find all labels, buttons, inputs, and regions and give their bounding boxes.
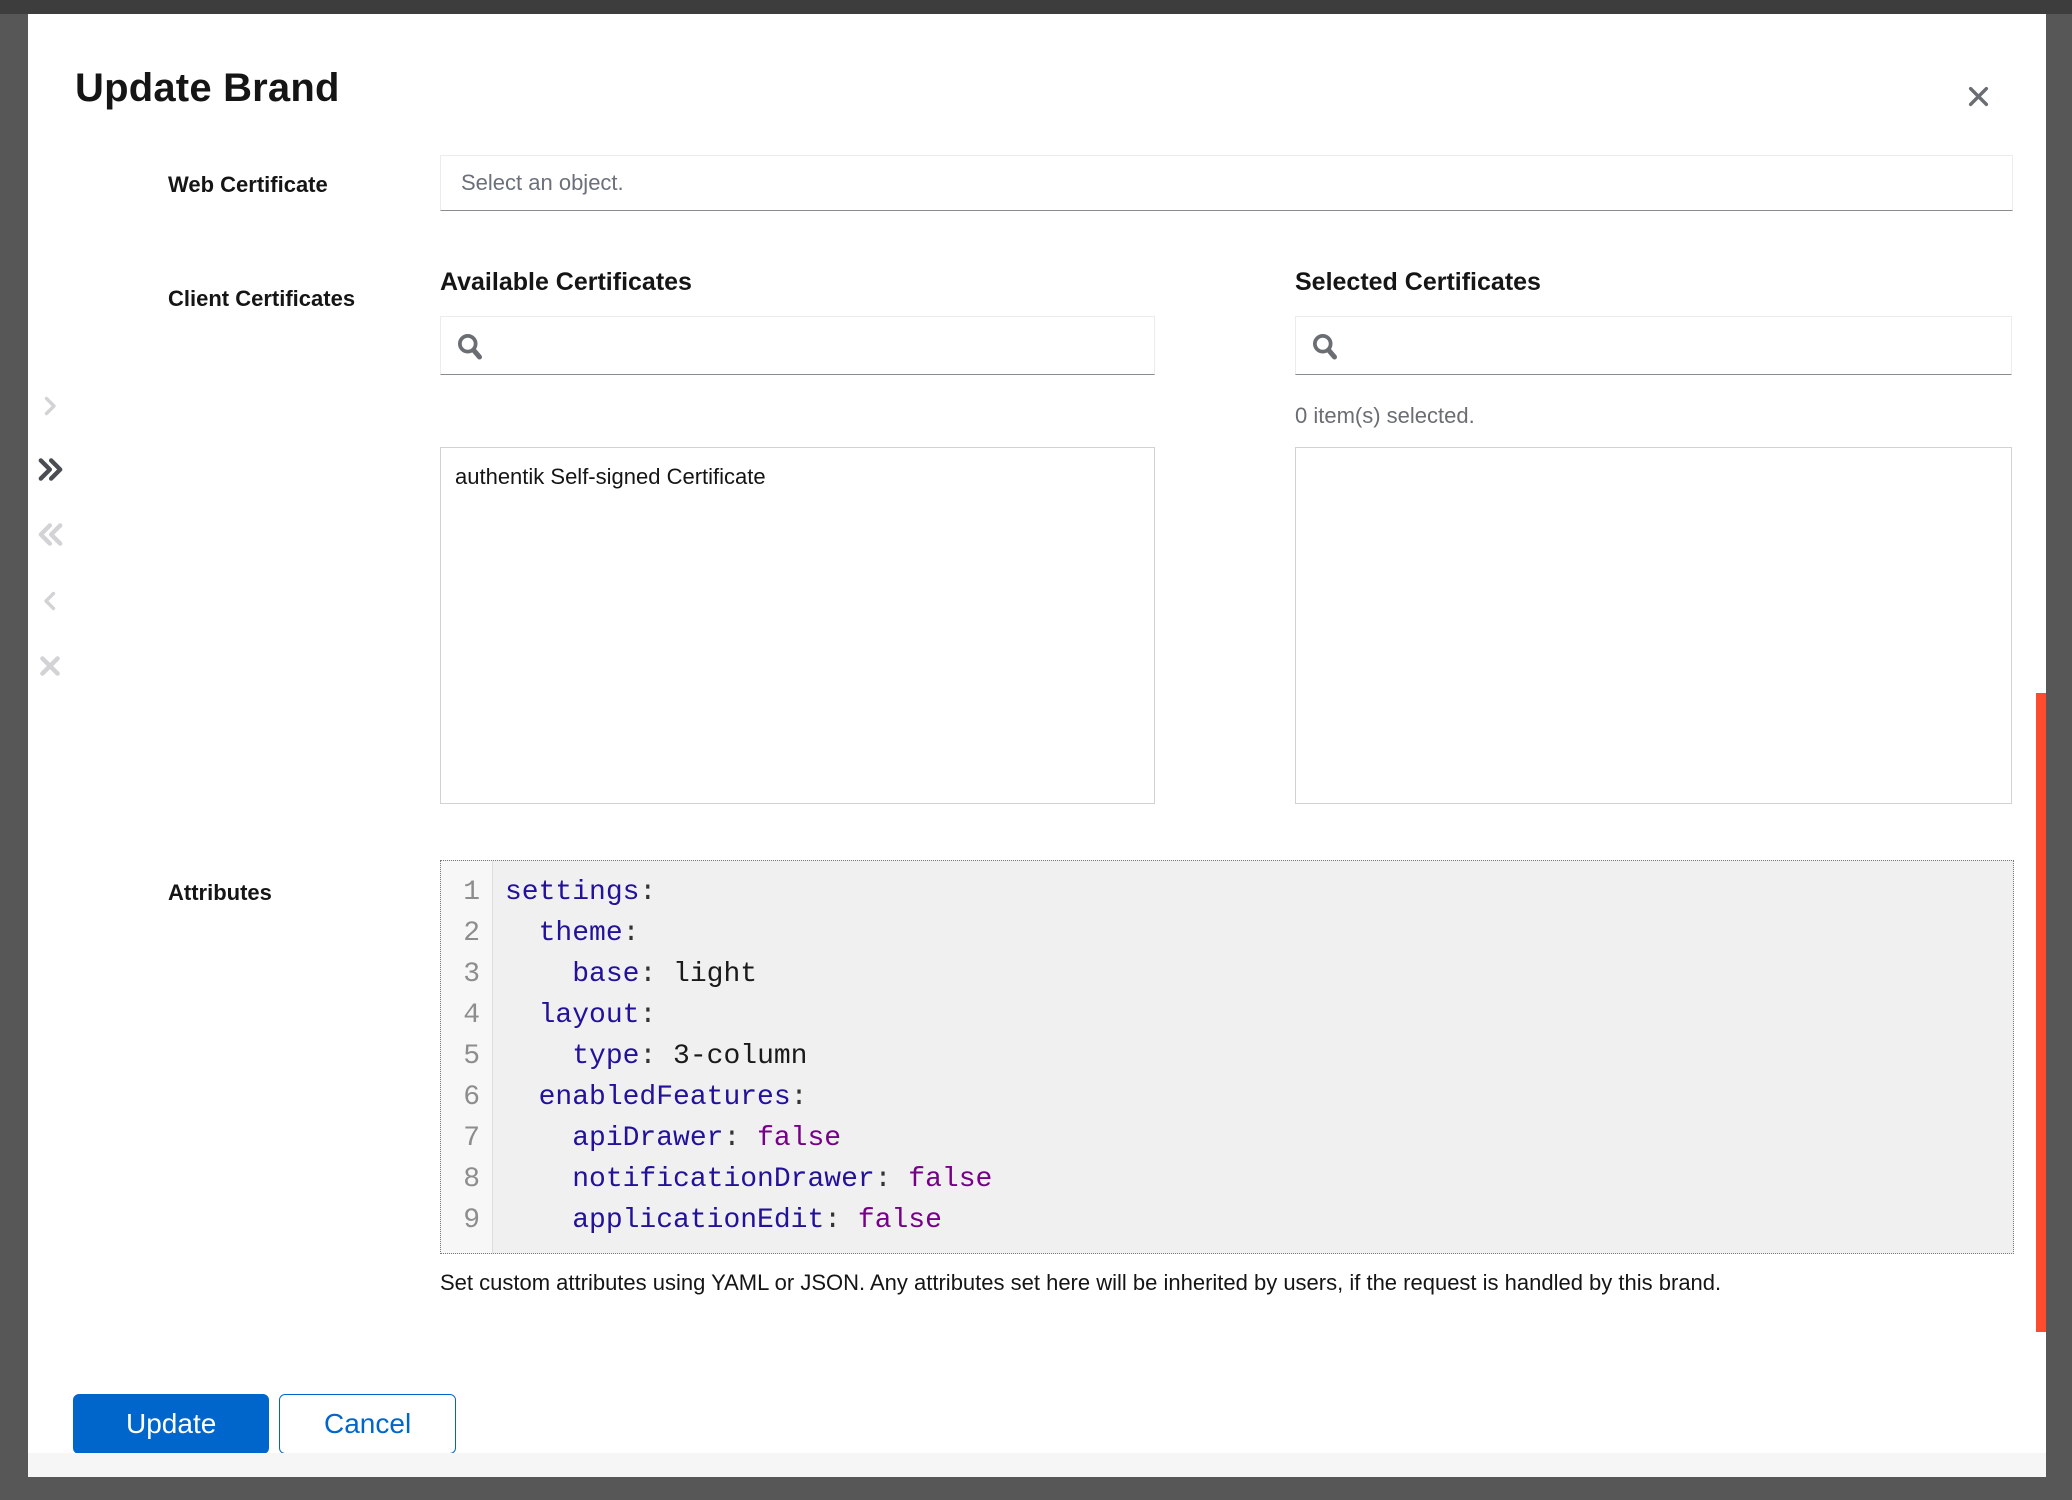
code-line-number: 4 <box>441 995 493 1036</box>
available-certificates-search-input[interactable] <box>485 317 1154 374</box>
update-brand-modal: Update Brand Web Certificate Client Cert… <box>28 14 2046 1477</box>
search-icon <box>1310 331 1340 361</box>
modal-bottom-strip <box>28 1453 2046 1477</box>
web-certificate-select[interactable] <box>440 155 2013 211</box>
client-certificates-label: Client Certificates <box>168 286 355 312</box>
selected-count-status: 0 item(s) selected. <box>1295 403 1475 429</box>
angle-right-icon <box>38 394 62 421</box>
selected-certificates-search-input[interactable] <box>1340 317 2011 374</box>
move-selected-right-button[interactable] <box>28 385 72 429</box>
web-certificate-label: Web Certificate <box>168 172 328 198</box>
modal-title: Update Brand <box>75 66 340 111</box>
move-all-right-button[interactable] <box>28 449 72 493</box>
available-certificates-search <box>440 316 1155 375</box>
angle-left-icon <box>38 589 62 616</box>
code-line: 5 type: 3-column <box>441 1036 2013 1077</box>
code-line: 3 base: light <box>441 954 2013 995</box>
angle-double-right-icon <box>35 454 66 488</box>
code-line-number: 6 <box>441 1077 493 1118</box>
times-icon <box>36 652 64 683</box>
code-editor-content: 1settings:2 theme:3 base: light4 layout:… <box>441 861 2013 1241</box>
close-button[interactable] <box>1954 74 2002 122</box>
selected-certificates-heading: Selected Certificates <box>1295 268 1541 297</box>
code-line: 4 layout: <box>441 995 2013 1036</box>
clear-selection-button[interactable] <box>28 645 72 689</box>
selected-certificates-search <box>1295 316 2012 375</box>
search-icon <box>455 331 485 361</box>
code-line-number: 3 <box>441 954 493 995</box>
angle-double-left-icon <box>35 519 66 553</box>
backdrop-top-band <box>0 0 2072 14</box>
available-certificates-heading: Available Certificates <box>440 268 692 297</box>
code-line: 6 enabledFeatures: <box>441 1077 2013 1118</box>
code-line-number: 9 <box>441 1200 493 1241</box>
attributes-label: Attributes <box>168 880 272 906</box>
code-line: 1settings: <box>441 872 2013 913</box>
close-icon <box>1965 83 1992 113</box>
code-line: 7 apiDrawer: false <box>441 1118 2013 1159</box>
code-line: 9 applicationEdit: false <box>441 1200 2013 1241</box>
cancel-button[interactable]: Cancel <box>279 1394 456 1454</box>
code-line-number: 1 <box>441 872 493 913</box>
move-selected-left-button[interactable] <box>28 580 72 624</box>
attributes-code-editor[interactable]: 1settings:2 theme:3 base: light4 layout:… <box>440 860 2014 1254</box>
update-button[interactable]: Update <box>73 1394 269 1454</box>
code-line-number: 2 <box>441 913 493 954</box>
available-certificates-list: authentik Self-signed Certificate <box>440 447 1155 804</box>
modal-scrollbar-thumb[interactable] <box>2036 693 2046 1332</box>
attributes-help-text: Set custom attributes using YAML or JSON… <box>440 1270 2020 1296</box>
code-line-number: 7 <box>441 1118 493 1159</box>
code-line: 2 theme: <box>441 913 2013 954</box>
code-line-number: 8 <box>441 1159 493 1200</box>
code-line-number: 5 <box>441 1036 493 1077</box>
code-line: 8 notificationDrawer: false <box>441 1159 2013 1200</box>
selected-certificates-list <box>1295 447 2012 804</box>
move-all-left-button[interactable] <box>28 514 72 558</box>
certificate-list-item[interactable]: authentik Self-signed Certificate <box>441 456 1154 498</box>
